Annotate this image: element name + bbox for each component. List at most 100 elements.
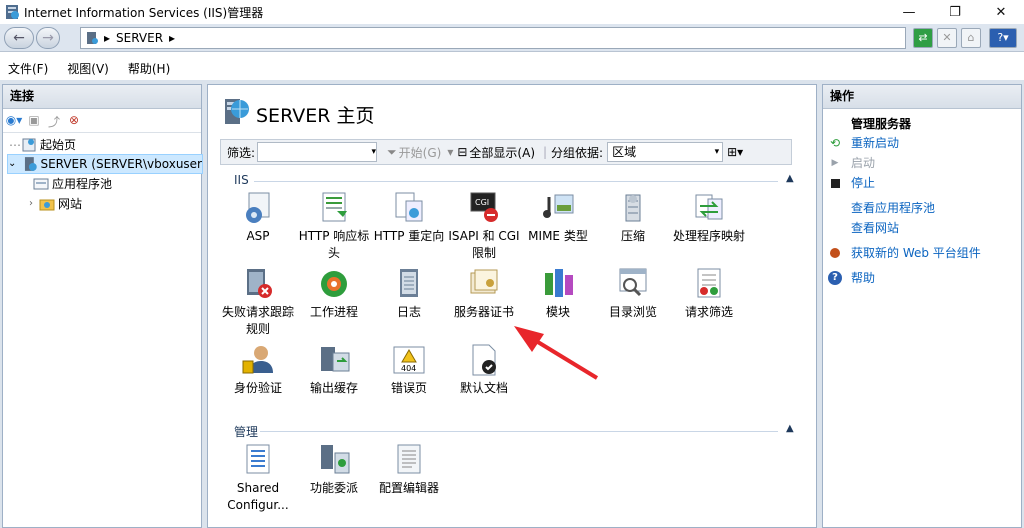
feature-label: 目录浏览	[608, 305, 657, 319]
tree-sites[interactable]: › 网站	[29, 194, 82, 214]
authentication-icon	[241, 343, 275, 377]
feature-error-pages[interactable]: 404 错误页	[371, 343, 447, 397]
action-label: 启动	[851, 156, 876, 170]
server-icon	[24, 157, 37, 171]
tree-server[interactable]: ⌄ SERVER (SERVER\vboxuser	[7, 154, 203, 174]
save-icon[interactable]: ▣	[25, 113, 43, 129]
action-label: 获取新的 Web 平台组件	[851, 246, 981, 260]
divider: |	[543, 145, 548, 159]
connections-header: 连接	[3, 85, 201, 109]
feature-label: MIME 类型	[528, 229, 588, 243]
feature-handler-mappings[interactable]: 处理程序映射	[671, 191, 747, 245]
feature-isapi-cgi[interactable]: CGI ISAPI 和 CGI 限制	[446, 191, 522, 262]
action-view-app-pools[interactable]: 查看应用程序池	[827, 198, 935, 218]
feature-label: 工作进程	[309, 305, 358, 319]
server-icon	[87, 32, 98, 44]
feature-failed-request[interactable]: 失败请求跟踪规则	[220, 267, 296, 338]
feature-http-redirect[interactable]: HTTP 重定向	[371, 191, 447, 245]
menu-view[interactable]: 视图(V)	[67, 60, 109, 77]
expand-chevron-icon[interactable]: ⌄	[8, 154, 22, 174]
show-all-icon: ⊟	[457, 145, 468, 159]
connect-icon[interactable]: ⇄	[913, 28, 933, 48]
feature-feature-delegation[interactable]: 功能委派	[296, 443, 372, 497]
stop-icon	[827, 175, 843, 191]
feature-directory-browsing[interactable]: 目录浏览	[595, 267, 671, 321]
back-button[interactable]: ←	[4, 27, 34, 49]
tree-label: 应用程序池	[52, 177, 113, 191]
http-redirect-icon	[392, 191, 426, 225]
home-icon[interactable]: ⌂	[961, 28, 981, 48]
tree-start-page[interactable]: ⋯ 起始页	[9, 135, 76, 155]
web-platform-icon	[827, 245, 843, 261]
dropdown-icon[interactable]: ▾	[447, 145, 453, 159]
feature-output-caching[interactable]: 输出缓存	[296, 343, 372, 397]
feature-logging[interactable]: 日志	[371, 267, 447, 321]
feature-authentication[interactable]: 身份验证	[220, 343, 296, 397]
directory-browsing-icon	[616, 267, 650, 301]
group-header-iis: IIS	[234, 173, 249, 187]
manage-server-title: 管理服务器	[851, 117, 912, 131]
disconnect-icon[interactable]: ⊗	[65, 113, 83, 129]
view-mode-icon[interactable]: ⊞▾	[727, 145, 743, 159]
feature-worker-process[interactable]: 工作进程	[296, 267, 372, 321]
feature-server-certificates[interactable]: 服务器证书	[446, 267, 522, 321]
compression-icon	[616, 191, 650, 225]
feature-compression[interactable]: 压缩	[595, 191, 671, 245]
feature-label: 默认文档	[459, 381, 508, 395]
tree-label: 起始页	[40, 138, 77, 152]
feature-default-document[interactable]: 默认文档	[446, 343, 522, 397]
group-by-select[interactable]: 区域 ▾	[607, 142, 724, 162]
stop-icon[interactable]: ✕	[937, 28, 957, 48]
action-view-sites[interactable]: 查看网站	[827, 218, 899, 238]
default-document-icon	[467, 343, 501, 377]
svg-text:404: 404	[401, 364, 416, 373]
isapi-cgi-icon: CGI	[467, 191, 501, 225]
forward-button[interactable]: →	[36, 27, 60, 49]
collapse-group-icon[interactable]: ▲	[786, 173, 794, 184]
feature-configuration-editor[interactable]: 配置编辑器	[371, 443, 447, 497]
group-header-management: 管理	[234, 425, 259, 439]
feature-label: 服务器证书	[453, 305, 514, 319]
menu-file[interactable]: 文件(F)	[8, 60, 48, 77]
filter-input[interactable]: ▾	[257, 142, 378, 162]
action-restart[interactable]: ⟲ 重新启动	[827, 133, 899, 153]
worker-process-icon	[317, 267, 351, 301]
action-stop[interactable]: 停止	[827, 173, 875, 193]
feature-shared-configuration[interactable]: Shared Configur...	[220, 443, 296, 514]
maximize-button[interactable]: ❐	[932, 0, 978, 24]
action-get-web-platform[interactable]: 获取新的 Web 平台组件	[827, 243, 981, 263]
action-start[interactable]: ▶ 启动	[827, 153, 875, 173]
collapse-group-icon[interactable]: ▲	[786, 423, 794, 434]
start-button[interactable]: 开始(G)	[399, 144, 442, 161]
feature-delegation-icon	[317, 443, 351, 477]
tree-app-pools[interactable]: 应用程序池	[33, 174, 112, 194]
breadcrumb-server[interactable]: SERVER	[116, 31, 163, 45]
connect-globe-icon[interactable]: ◉▾	[5, 113, 23, 129]
feature-label: 配置编辑器	[378, 481, 439, 495]
feature-label: 日志	[396, 305, 421, 319]
breadcrumb-separator-icon: ▸	[104, 31, 111, 45]
show-all-button[interactable]: 全部显示(A)	[469, 144, 535, 161]
feature-request-filtering[interactable]: 请求筛选	[671, 267, 747, 321]
feature-mime-types[interactable]: MIME 类型	[520, 191, 596, 245]
minimize-button[interactable]: —	[886, 0, 932, 24]
collapse-chevron-icon[interactable]: ›	[29, 194, 39, 214]
action-label: 停止	[851, 176, 876, 190]
close-button[interactable]: ✕	[978, 0, 1024, 24]
folder-globe-icon	[39, 199, 55, 211]
help-dropdown-icon[interactable]: ?▾	[989, 28, 1017, 48]
feature-http-headers[interactable]: HTTP 响应标头	[296, 191, 372, 262]
feature-asp[interactable]: ASP	[220, 191, 296, 245]
address-box[interactable]: ▸ SERVER ▸	[80, 27, 906, 49]
menu-bar: 文件(F) 视图(V) 帮助(H)	[0, 56, 1024, 80]
feature-modules[interactable]: 模块	[520, 267, 596, 321]
up-icon[interactable]: ⤴	[45, 113, 63, 129]
menu-help[interactable]: 帮助(H)	[128, 60, 170, 77]
request-filtering-icon	[692, 267, 726, 301]
feature-label: 身份验证	[233, 381, 282, 395]
action-help[interactable]: ? 帮助	[827, 268, 875, 288]
workspace: 连接 ◉▾ ▣ ⤴ ⊗ ⋯ 起始页 ⌄ SERVER (SERVER\vboxu…	[0, 80, 1024, 528]
modules-icon	[541, 267, 575, 301]
feature-label: 模块	[545, 305, 570, 319]
